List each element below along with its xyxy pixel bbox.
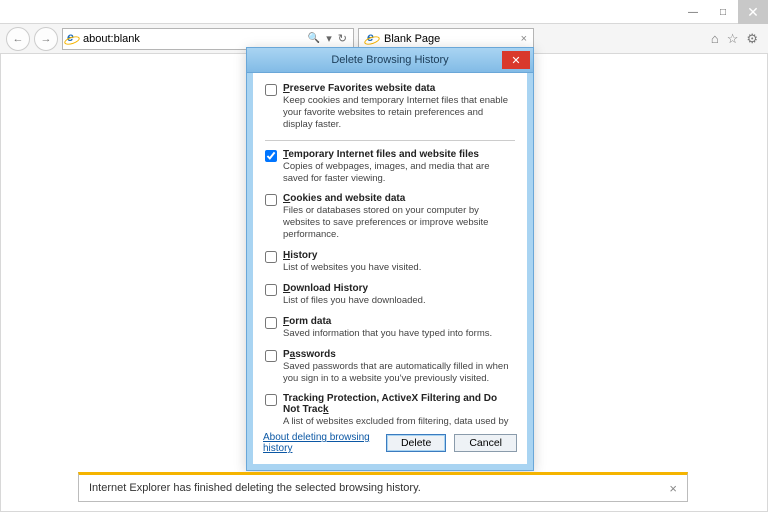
ie-icon bbox=[65, 32, 79, 46]
search-icon[interactable]: 🔍 bbox=[308, 33, 320, 44]
option-description: List of websites you have visited. bbox=[283, 262, 515, 274]
tab-close-icon[interactable]: × bbox=[521, 33, 527, 45]
tools-gear-icon[interactable]: ⚙ bbox=[746, 31, 758, 47]
option-row: PasswordsSaved passwords that are automa… bbox=[265, 349, 515, 385]
option-row: Tracking Protection, ActiveX Filtering a… bbox=[265, 393, 515, 426]
option-description: Keep cookies and temporary Internet file… bbox=[283, 95, 515, 131]
option-description: Saved information that you have typed in… bbox=[283, 328, 515, 340]
option-checkbox[interactable] bbox=[265, 84, 277, 96]
about-deleting-link[interactable]: About deleting browsing history bbox=[263, 432, 378, 454]
option-row: HistoryList of websites you have visited… bbox=[265, 250, 515, 274]
option-description: Files or databases stored on your comput… bbox=[283, 205, 515, 241]
option-description: Saved passwords that are automatically f… bbox=[283, 361, 515, 385]
option-checkbox[interactable] bbox=[265, 350, 277, 362]
dialog-title: Delete Browsing History bbox=[331, 54, 448, 66]
back-button[interactable]: ← bbox=[6, 27, 30, 51]
ie-icon bbox=[365, 32, 379, 46]
maximize-button[interactable]: □ bbox=[708, 0, 738, 24]
option-label: Preserve Favorites website data bbox=[283, 83, 515, 94]
option-label: Temporary Internet files and website fil… bbox=[283, 149, 515, 160]
delete-button[interactable]: Delete bbox=[386, 434, 446, 452]
option-description: A list of websites excluded from filteri… bbox=[283, 416, 515, 426]
tab-title: Blank Page bbox=[384, 33, 440, 45]
minimize-button[interactable]: — bbox=[678, 0, 708, 24]
option-row: Download HistoryList of files you have d… bbox=[265, 283, 515, 307]
dropdown-icon[interactable]: ▾ bbox=[326, 32, 332, 45]
forward-button[interactable]: → bbox=[34, 27, 58, 51]
option-label: Tracking Protection, ActiveX Filtering a… bbox=[283, 393, 515, 415]
option-checkbox[interactable] bbox=[265, 284, 277, 296]
option-checkbox[interactable] bbox=[265, 317, 277, 329]
option-label: Cookies and website data bbox=[283, 193, 515, 204]
notification-text: Internet Explorer has finished deleting … bbox=[89, 482, 421, 494]
option-label: Form data bbox=[283, 316, 515, 327]
notification-close-icon[interactable]: × bbox=[669, 481, 677, 496]
option-checkbox[interactable] bbox=[265, 394, 277, 406]
notification-bar: Internet Explorer has finished deleting … bbox=[78, 472, 688, 502]
url-input[interactable] bbox=[79, 33, 308, 45]
option-row: Temporary Internet files and website fil… bbox=[265, 149, 515, 185]
option-label: Passwords bbox=[283, 349, 515, 360]
dialog-titlebar: Delete Browsing History ✕ bbox=[247, 48, 533, 73]
window-titlebar: — □ ✕ bbox=[0, 0, 768, 24]
option-row: Preserve Favorites website dataKeep cook… bbox=[265, 83, 515, 131]
option-row: Form dataSaved information that you have… bbox=[265, 316, 515, 340]
option-label: Download History bbox=[283, 283, 515, 294]
window-close-button[interactable]: ✕ bbox=[738, 0, 768, 24]
home-icon[interactable]: ⌂ bbox=[711, 31, 719, 47]
option-checkbox[interactable] bbox=[265, 194, 277, 206]
dialog-close-button[interactable]: ✕ bbox=[502, 51, 530, 69]
option-description: Copies of webpages, images, and media th… bbox=[283, 161, 515, 185]
favorites-icon[interactable]: ☆ bbox=[727, 31, 739, 47]
option-description: List of files you have downloaded. bbox=[283, 295, 515, 307]
option-label: History bbox=[283, 250, 515, 261]
option-checkbox[interactable] bbox=[265, 251, 277, 263]
delete-history-dialog: Delete Browsing History ✕ Preserve Favor… bbox=[246, 47, 534, 471]
refresh-icon[interactable]: ↻ bbox=[338, 32, 347, 45]
option-row: Cookies and website dataFiles or databas… bbox=[265, 193, 515, 241]
cancel-button[interactable]: Cancel bbox=[454, 434, 517, 452]
option-checkbox[interactable] bbox=[265, 150, 277, 162]
